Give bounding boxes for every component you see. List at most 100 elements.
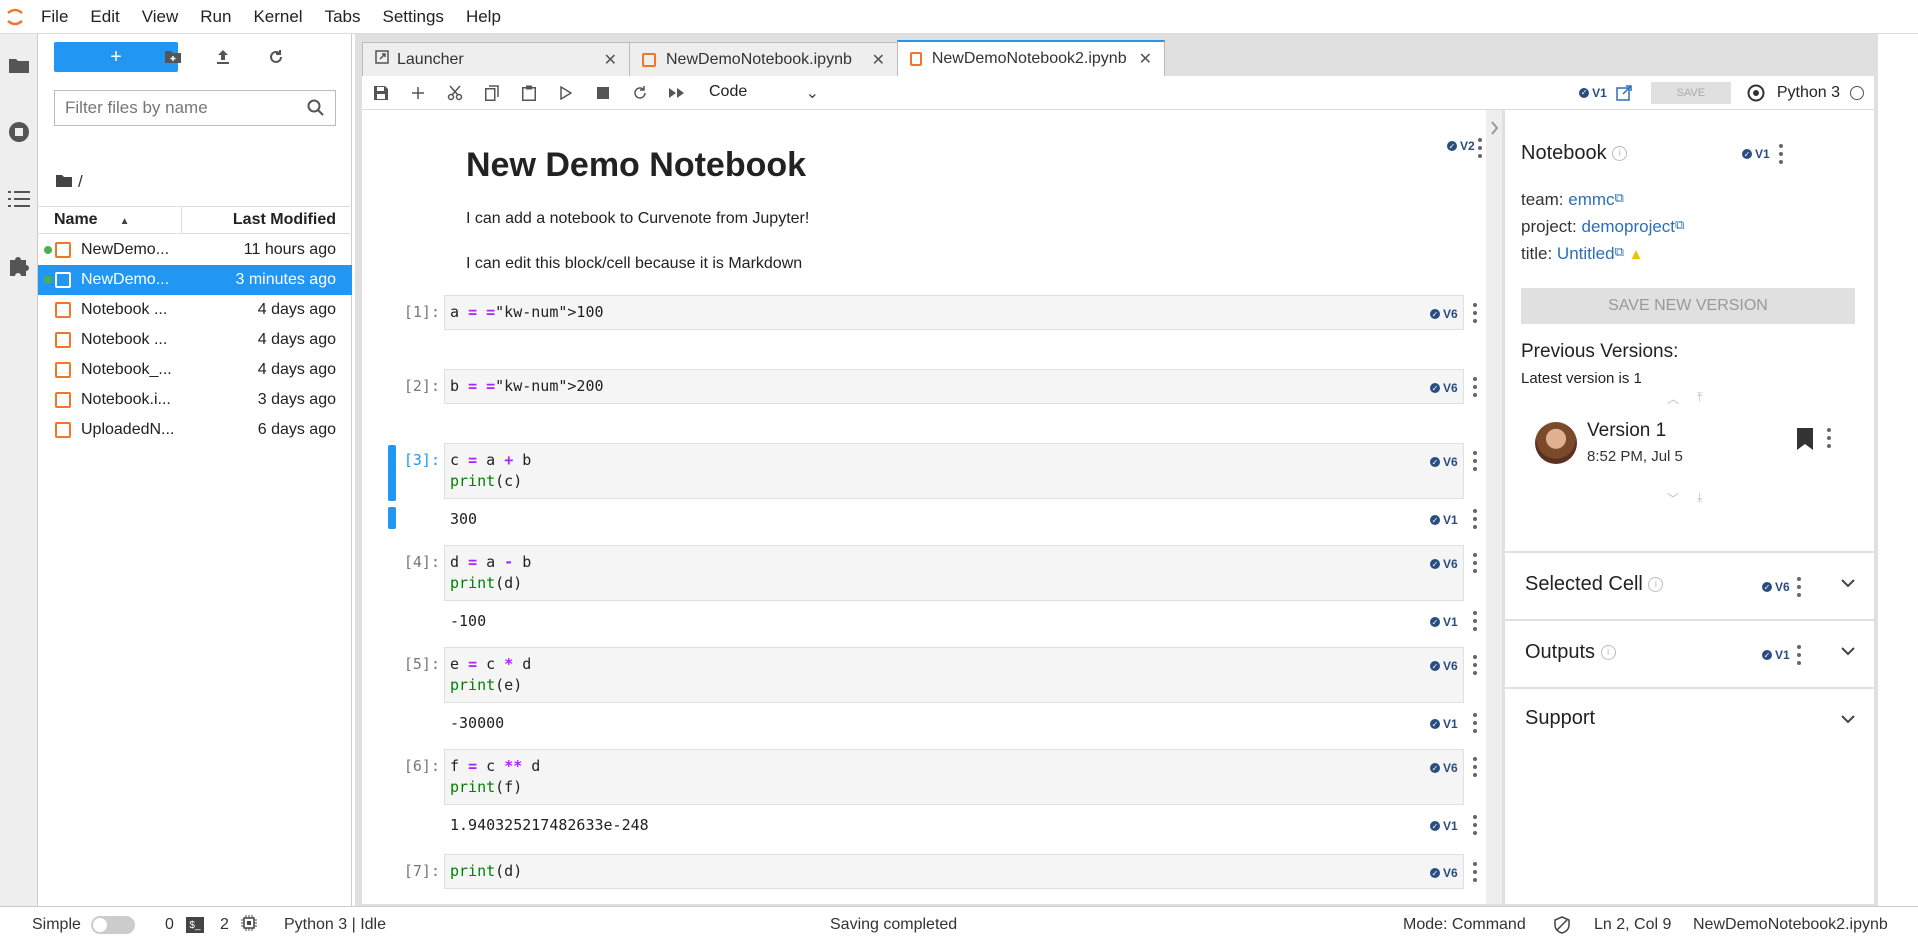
close-icon[interactable]: ✕ bbox=[592, 50, 617, 70]
file-row[interactable]: Notebook_... 4 days ago bbox=[38, 355, 352, 385]
close-icon[interactable]: ✕ bbox=[860, 50, 885, 70]
column-name[interactable]: Name ▲ bbox=[38, 206, 182, 234]
menu-run[interactable]: Run bbox=[189, 0, 242, 34]
cell-version-badge[interactable]: ✓ V6 bbox=[1430, 866, 1458, 880]
external-link-icon[interactable]: ⧉ bbox=[1675, 217, 1684, 232]
kernel-name[interactable]: Python 3 bbox=[1777, 84, 1840, 102]
code-editor[interactable]: d = a - b print(d) bbox=[444, 545, 1464, 601]
external-link-icon[interactable]: ⧉ bbox=[1615, 190, 1624, 205]
cell-type-select[interactable]: Code ⌄ bbox=[709, 83, 819, 103]
info-icon[interactable]: i bbox=[1648, 577, 1664, 593]
run-icon[interactable] bbox=[547, 76, 584, 110]
info-icon[interactable]: i bbox=[1612, 146, 1628, 162]
cell-menu-icon[interactable] bbox=[1472, 303, 1478, 323]
output-menu-icon[interactable] bbox=[1472, 815, 1478, 835]
cell-version-badge[interactable]: ✓ V6 bbox=[1430, 659, 1458, 673]
chevron-up-icon[interactable]: ︿ bbox=[1667, 390, 1679, 407]
collapse-handle-icon[interactable] bbox=[1486, 118, 1502, 148]
copy-icon[interactable] bbox=[473, 76, 510, 110]
curvenote-icon[interactable] bbox=[1741, 76, 1771, 110]
project-link[interactable]: demoproject bbox=[1581, 217, 1675, 236]
code-editor[interactable]: c = a + b print(c) bbox=[444, 443, 1464, 499]
kernel-status[interactable]: Python 3 | Idle bbox=[284, 907, 386, 943]
expand-chevron-icon[interactable] bbox=[1841, 711, 1855, 727]
code-editor[interactable]: print(d) bbox=[444, 854, 1464, 889]
refresh-icon[interactable] bbox=[261, 42, 291, 72]
cut-icon[interactable] bbox=[436, 76, 473, 110]
search-icon[interactable] bbox=[307, 99, 325, 122]
output-menu-icon[interactable] bbox=[1472, 713, 1478, 733]
tab-newdemonotebook[interactable]: NewDemoNotebook.ipynb ✕ bbox=[629, 42, 898, 76]
outputs-version-badge[interactable]: ✓ V1 bbox=[1762, 648, 1790, 662]
cell-menu-icon[interactable] bbox=[1472, 757, 1478, 777]
menu-settings[interactable]: Settings bbox=[372, 0, 455, 34]
extension-icon[interactable] bbox=[6, 252, 32, 278]
selected-cell-menu-icon[interactable] bbox=[1796, 577, 1802, 597]
upload-icon[interactable] bbox=[208, 42, 238, 72]
markdown-cell[interactable]: New Demo Notebook I can add a notebook t… bbox=[432, 130, 1492, 272]
support-section[interactable]: Support bbox=[1505, 687, 1874, 747]
new-folder-icon[interactable] bbox=[158, 42, 188, 72]
save-button[interactable]: SAVE bbox=[1650, 81, 1731, 104]
column-last-modified[interactable]: Last Modified bbox=[182, 211, 352, 229]
paste-icon[interactable] bbox=[510, 76, 547, 110]
bookmark-icon[interactable] bbox=[1797, 428, 1813, 455]
cell-version-badge[interactable]: ✓ V6 bbox=[1430, 557, 1458, 571]
chevron-bottom-icon[interactable]: ⤓ bbox=[1697, 490, 1702, 505]
team-link[interactable]: emmc bbox=[1568, 190, 1614, 209]
version-menu-icon[interactable] bbox=[1826, 428, 1832, 448]
simple-mode-toggle[interactable] bbox=[90, 916, 135, 934]
cell-menu-icon[interactable] bbox=[1472, 655, 1478, 675]
file-row[interactable]: NewDemo... 3 minutes ago bbox=[38, 265, 352, 295]
mode-indicator[interactable]: Mode: Command bbox=[1403, 907, 1526, 943]
output-version-badge[interactable]: ✓ V1 bbox=[1430, 615, 1458, 629]
folder-icon[interactable] bbox=[6, 52, 32, 78]
save-icon[interactable] bbox=[362, 76, 399, 110]
kernel-count[interactable]: 2 bbox=[220, 907, 257, 943]
outputs-section[interactable]: Outputs i ✓ V1 bbox=[1505, 619, 1874, 687]
file-row[interactable]: NewDemo... 11 hours ago bbox=[38, 235, 352, 265]
open-external-icon[interactable] bbox=[1607, 76, 1641, 110]
cell-version-badge[interactable]: ✓ V6 bbox=[1430, 455, 1458, 469]
code-editor[interactable]: b = ="kw-num">200 bbox=[444, 369, 1464, 404]
code-editor[interactable]: a = ="kw-num">100 bbox=[444, 295, 1464, 330]
code-editor[interactable]: f = c ** d print(f) bbox=[444, 749, 1464, 805]
chevron-top-icon[interactable]: ⤒ bbox=[1697, 390, 1702, 405]
notebook-version-badge[interactable]: ✓ V1 bbox=[1742, 147, 1770, 161]
file-row[interactable]: Notebook ... 4 days ago bbox=[38, 295, 352, 325]
terminal-count[interactable]: 0 $_ bbox=[165, 907, 204, 943]
menu-view[interactable]: View bbox=[131, 0, 190, 34]
output-version-badge[interactable]: ✓ V1 bbox=[1430, 513, 1458, 527]
expand-chevron-icon[interactable] bbox=[1841, 643, 1855, 659]
file-row[interactable]: Notebook ... 4 days ago bbox=[38, 325, 352, 355]
info-icon[interactable]: i bbox=[1600, 645, 1616, 661]
cell-version-badge[interactable]: ✓ V6 bbox=[1430, 381, 1458, 395]
cell-menu-icon[interactable] bbox=[1472, 862, 1478, 882]
cursor-position[interactable]: Ln 2, Col 9 bbox=[1594, 907, 1671, 943]
breadcrumb[interactable]: / bbox=[56, 172, 83, 192]
cell-version-badge[interactable]: ✓ V6 bbox=[1430, 307, 1458, 321]
expand-chevron-icon[interactable] bbox=[1841, 575, 1855, 591]
simple-mode[interactable]: Simple bbox=[32, 907, 135, 943]
notebook-version-badge[interactable]: ✓ V1 bbox=[1579, 86, 1607, 100]
file-row[interactable]: UploadedN... 6 days ago bbox=[38, 415, 352, 445]
output-menu-icon[interactable] bbox=[1472, 509, 1478, 529]
panel-splitter[interactable] bbox=[1486, 110, 1502, 904]
external-link-icon[interactable]: ⧉ bbox=[1615, 244, 1624, 259]
output-version-badge[interactable]: ✓ V1 bbox=[1430, 717, 1458, 731]
cell-version-badge[interactable]: ✓ V2 bbox=[1447, 139, 1475, 153]
restart-icon[interactable] bbox=[621, 76, 658, 110]
menu-edit[interactable]: Edit bbox=[79, 0, 130, 34]
tab-newdemonotebook2[interactable]: NewDemoNotebook2.ipynb ✕ bbox=[897, 40, 1165, 76]
file-filter-input[interactable] bbox=[65, 98, 305, 118]
file-row[interactable]: Notebook.i... 3 days ago bbox=[38, 385, 352, 415]
table-of-contents-icon[interactable] bbox=[6, 186, 32, 212]
cell-menu-icon[interactable] bbox=[1477, 138, 1483, 158]
tab-launcher[interactable]: Launcher ✕ bbox=[362, 42, 630, 76]
version-item[interactable]: Version 1 8:52 PM, Jul 5 bbox=[1521, 414, 1855, 484]
code-editor[interactable]: e = c * d print(e) bbox=[444, 647, 1464, 703]
menu-help[interactable]: Help bbox=[455, 0, 512, 34]
cell-menu-icon[interactable] bbox=[1472, 377, 1478, 397]
menu-kernel[interactable]: Kernel bbox=[242, 0, 313, 34]
cell-menu-icon[interactable] bbox=[1472, 553, 1478, 573]
